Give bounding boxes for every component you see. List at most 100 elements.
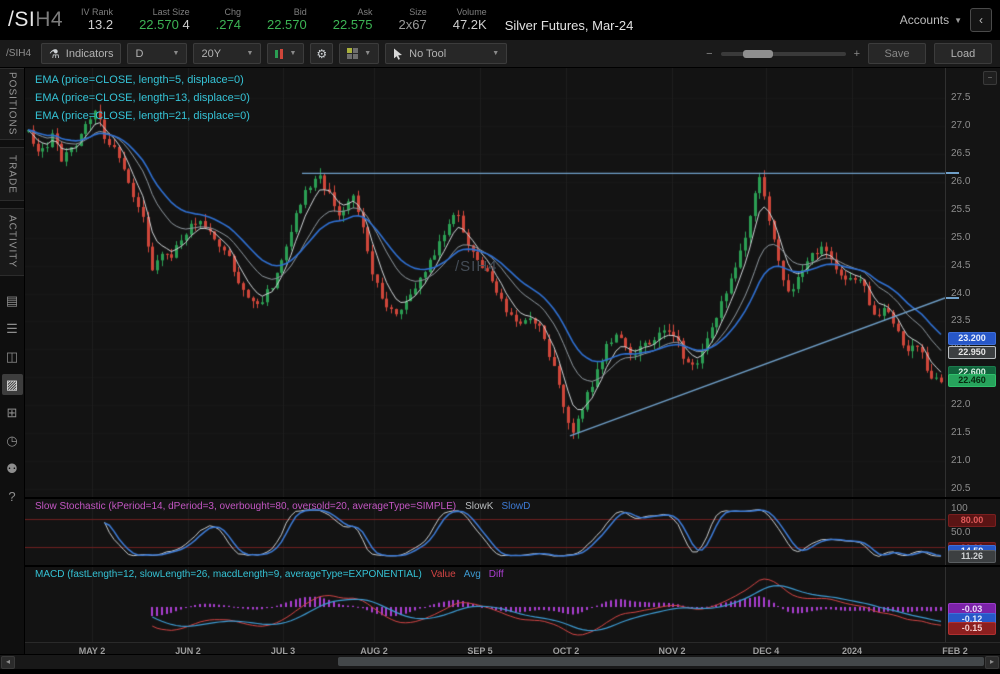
stoch-bubble: 80.00 bbox=[948, 514, 996, 527]
stat-last-size: Last Size22.570 4 bbox=[139, 7, 190, 32]
timeframe-dropdown[interactable]: D ▼ bbox=[127, 43, 187, 64]
sidebar-tab-positions[interactable]: POSITIONS bbox=[0, 68, 24, 140]
stat-chg: Chg.274 bbox=[216, 7, 241, 32]
scroll-left-arrow[interactable]: ◂ bbox=[1, 656, 15, 669]
stoch-tick: 50.0 bbox=[951, 528, 970, 538]
candlestick-icon bbox=[275, 48, 283, 60]
stat-value: 2x67 bbox=[399, 18, 427, 33]
watchlist-icon[interactable]: ☰ bbox=[2, 318, 23, 339]
accounts-label: Accounts bbox=[900, 13, 949, 27]
macd-study-label[interactable]: MACD (fastLength=12, slowLength=26, macd… bbox=[35, 569, 422, 580]
charts-icon[interactable]: ▨ bbox=[2, 374, 23, 395]
indicators-button[interactable]: ⚗ Indicators bbox=[41, 43, 121, 64]
ema-study-label-1[interactable]: EMA (price=CLOSE, length=13, displace=0) bbox=[35, 89, 250, 107]
price-tick: 24.5 bbox=[951, 261, 970, 271]
price-tick: 21.5 bbox=[951, 428, 970, 438]
stochastic-plot[interactable]: Slow Stochastic (kPeriod=14, dPeriod=3, … bbox=[25, 499, 945, 565]
indicators-label: Indicators bbox=[66, 48, 114, 60]
stochastic-label-row: Slow Stochastic (kPeriod=14, dPeriod=3, … bbox=[35, 501, 530, 512]
price-tick: 22.0 bbox=[951, 400, 970, 410]
price-tick: 26.5 bbox=[951, 149, 970, 159]
price-axis[interactable]: − 27.527.026.526.025.525.024.524.023.523… bbox=[945, 68, 1000, 497]
monitor-icon[interactable]: ◫ bbox=[2, 346, 23, 367]
chart-menu-button[interactable]: − bbox=[983, 71, 997, 85]
stochastic-axis[interactable]: 10050.080.0020.0014.5911.26 bbox=[945, 499, 1000, 565]
ledger-icon[interactable]: ▤ bbox=[2, 290, 23, 311]
study-labels: EMA (price=CLOSE, length=5, displace=0)E… bbox=[35, 71, 250, 125]
stat-size: Size2x67 bbox=[399, 7, 427, 32]
left-sidebar: POSITIONS TRADE ACTIVITY ▤ ☰ ◫ ▨ ⊞ ◷ ⚉? bbox=[0, 68, 25, 654]
time-axis[interactable]: MAY 2JUN 2JUL 3AUG 2SEP 5OCT 2NOV 2DEC 4… bbox=[25, 642, 1000, 654]
drawing-tool-dropdown[interactable]: No Tool ▼ bbox=[385, 43, 507, 64]
stoch-tick: 100 bbox=[951, 504, 968, 514]
price-canvas[interactable] bbox=[25, 68, 945, 497]
price-plot[interactable]: EMA (price=CLOSE, length=5, displace=0)E… bbox=[25, 68, 945, 497]
ema-study-label-0[interactable]: EMA (price=CLOSE, length=5, displace=0) bbox=[35, 71, 250, 89]
timeframe-value: D bbox=[135, 48, 143, 60]
chevron-down-icon: ▼ bbox=[173, 50, 180, 57]
price-bubble: 23.200 bbox=[948, 332, 996, 345]
instrument-description: Silver Futures, Mar-24 bbox=[505, 18, 634, 33]
toolbar-symbol: /SIH4 bbox=[6, 48, 31, 59]
macd-axis[interactable]: -0.03-0.12-0.15 bbox=[945, 567, 1000, 642]
stat-value: 22.575 bbox=[333, 18, 373, 33]
price-tick: 26.0 bbox=[951, 177, 970, 187]
symbol-title: /SIH4 bbox=[8, 8, 63, 32]
stochastic-study-label[interactable]: Slow Stochastic (kPeriod=14, dPeriod=3, … bbox=[35, 501, 456, 512]
macd-legend-avg: Avg bbox=[464, 569, 481, 580]
macd-legend-value: Value bbox=[431, 569, 456, 580]
stat-value: 13.2 bbox=[88, 18, 113, 33]
horizontal-scrollbar[interactable]: ◂ ▸ bbox=[0, 654, 1000, 669]
stoch-legend-slowd: SlowD bbox=[501, 501, 530, 512]
community-icon[interactable]: ⚉ bbox=[2, 458, 23, 479]
symbol-root: /SI bbox=[8, 8, 35, 31]
quote-stats: IV Rank13.2Last Size22.570 4Chg.274Bid22… bbox=[81, 7, 487, 32]
stat-bid: Bid22.570 bbox=[267, 7, 307, 32]
chart-settings-button[interactable]: ⚙ bbox=[310, 43, 333, 64]
stat-ask: Ask22.575 bbox=[333, 7, 373, 32]
ema-study-label-2[interactable]: EMA (price=CLOSE, length=21, displace=0) bbox=[35, 107, 250, 125]
quote-bar: /SIH4 IV Rank13.2Last Size22.570 4Chg.27… bbox=[0, 0, 1000, 40]
macd-legend-diff: Diff bbox=[489, 569, 504, 580]
scroll-right-arrow[interactable]: ▸ bbox=[985, 656, 999, 669]
topbar-right: Accounts ▼ ‹ bbox=[900, 8, 992, 32]
price-tick: 25.0 bbox=[951, 233, 970, 243]
sidebar-tab-trade[interactable]: TRADE bbox=[0, 147, 24, 201]
chart-toolbar: /SIH4 ⚗ Indicators D ▼ 20Y ▼ ▼ ⚙ ▼ No To… bbox=[0, 40, 1000, 68]
chart-type-dropdown[interactable]: ▼ bbox=[267, 43, 304, 64]
slider-thumb[interactable] bbox=[743, 50, 773, 58]
save-button[interactable]: Save bbox=[868, 43, 926, 64]
stoch-legend-slowk: SlowK bbox=[465, 501, 493, 512]
help-icon[interactable]: ? bbox=[2, 486, 23, 507]
chevron-down-icon: ▼ bbox=[364, 50, 371, 57]
trendline-axis-stub bbox=[946, 297, 959, 299]
app-window: /SIH4 IV Rank13.2Last Size22.570 4Chg.27… bbox=[0, 0, 1000, 673]
load-button[interactable]: Load bbox=[934, 43, 992, 64]
chart-style-dropdown[interactable]: ▼ bbox=[339, 43, 379, 64]
flask-icon: ⚗ bbox=[49, 48, 60, 60]
macd-plot[interactable]: MACD (fastLength=12, slowLength=26, macd… bbox=[25, 567, 945, 642]
chevron-down-icon: ▼ bbox=[954, 16, 962, 25]
accounts-dropdown[interactable]: Accounts ▼ bbox=[900, 13, 962, 27]
price-tick: 27.5 bbox=[951, 93, 970, 103]
apps-grid-icon[interactable]: ⊞ bbox=[2, 402, 23, 423]
sidebar-tab-activity[interactable]: ACTIVITY bbox=[0, 208, 24, 276]
macd-bubble: -0.15 bbox=[948, 622, 996, 635]
chart-column: EMA (price=CLOSE, length=5, displace=0)E… bbox=[25, 68, 1000, 654]
zoom-in-button[interactable]: + bbox=[854, 48, 860, 60]
symbol-contract: H4 bbox=[35, 8, 63, 31]
scrollbar-thumb[interactable] bbox=[338, 657, 984, 666]
range-dropdown[interactable]: 20Y ▼ bbox=[193, 43, 261, 64]
zoom-out-button[interactable]: − bbox=[706, 48, 712, 60]
clock-icon[interactable]: ◷ bbox=[2, 430, 23, 451]
collapse-panel-button[interactable]: ‹ bbox=[970, 8, 992, 32]
gear-icon: ⚙ bbox=[316, 48, 327, 60]
macd-legend: Value Avg Diff bbox=[431, 569, 504, 580]
macd-label-row: MACD (fastLength=12, slowLength=26, macd… bbox=[35, 569, 504, 580]
price-tick: 20.5 bbox=[951, 484, 970, 494]
bottom-strip bbox=[0, 669, 1000, 674]
stat-volume: Volume47.2K bbox=[453, 7, 487, 32]
stat-extra: 4 bbox=[179, 17, 190, 32]
time-zoom-slider[interactable] bbox=[721, 52, 846, 56]
price-tick: 27.0 bbox=[951, 121, 970, 131]
